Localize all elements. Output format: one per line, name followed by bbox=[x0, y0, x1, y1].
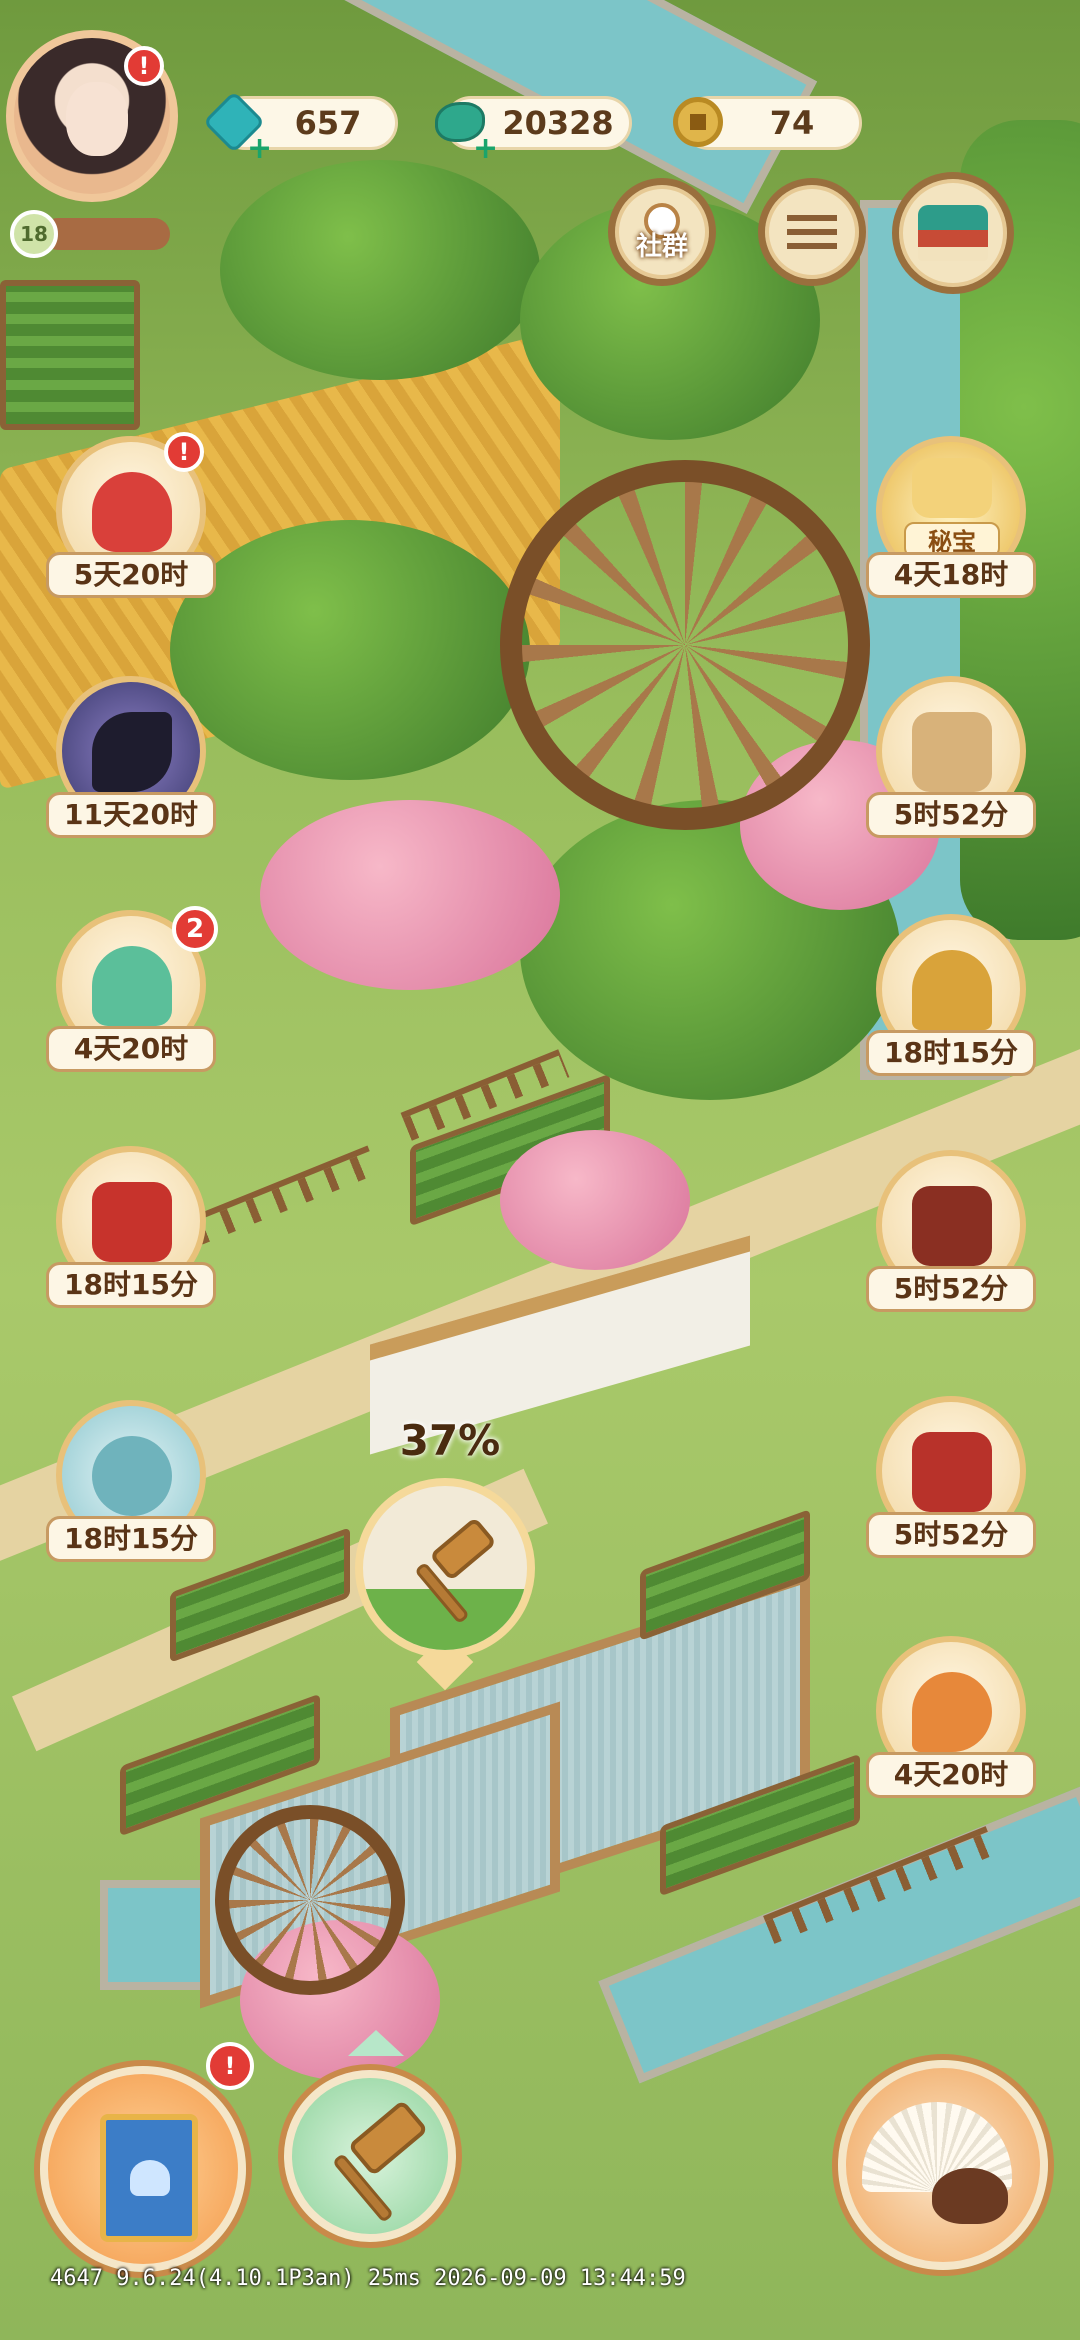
event-timer: 5时52分 bbox=[866, 1512, 1036, 1558]
jade-count: 20328 bbox=[502, 104, 614, 142]
tea-fan-button[interactable] bbox=[838, 2060, 1048, 2270]
event-timer: 4天20时 bbox=[866, 1752, 1036, 1798]
lotus-icon bbox=[130, 2160, 170, 2196]
event-timer: 11天20时 bbox=[46, 792, 216, 838]
avatar-face bbox=[66, 82, 128, 156]
menu-button[interactable] bbox=[758, 178, 866, 286]
expand-arrow-icon[interactable] bbox=[348, 2030, 404, 2056]
book-alert-badge: ! bbox=[206, 2042, 254, 2090]
event-timer: 4天18时 bbox=[866, 552, 1036, 598]
build-progress-percent: 37% bbox=[399, 1416, 501, 1465]
event-timer: 4天20时 bbox=[46, 1026, 216, 1072]
social-group-label: 社群 bbox=[635, 232, 688, 262]
cherry-blossom-tree bbox=[260, 800, 560, 990]
event-timer: 5时52分 bbox=[866, 792, 1036, 838]
menu-icon bbox=[787, 215, 837, 249]
gem-count: 657 bbox=[294, 104, 362, 142]
event-alert-badge: ! bbox=[164, 432, 204, 472]
tree-3 bbox=[170, 520, 530, 780]
hammer-icon bbox=[413, 1516, 503, 1632]
vegetable-field bbox=[0, 280, 140, 430]
jade-counter[interactable]: + 20328 bbox=[435, 96, 632, 166]
copper-coin-icon bbox=[667, 91, 729, 153]
collection-book-button[interactable] bbox=[40, 2066, 246, 2272]
coin-counter[interactable]: 74 bbox=[673, 96, 862, 150]
gem-counter[interactable]: + 657 bbox=[202, 90, 398, 166]
cherry-blossom-tree-3 bbox=[500, 1130, 690, 1270]
build-progress-marker[interactable] bbox=[355, 1478, 535, 1691]
event-timer: 18时15分 bbox=[46, 1516, 216, 1562]
event-count-badge: 2 bbox=[172, 906, 218, 952]
experience-bar bbox=[42, 218, 170, 250]
hammer-icon bbox=[322, 2099, 432, 2224]
water-wheel[interactable] bbox=[500, 460, 870, 830]
event-timer: 5时52分 bbox=[866, 1266, 1036, 1312]
coin-count: 74 bbox=[769, 104, 815, 142]
tree bbox=[220, 160, 540, 380]
avatar-alert-badge: ! bbox=[124, 46, 164, 86]
pavilion-shop-icon bbox=[918, 205, 988, 261]
social-group-button[interactable]: 社群 bbox=[608, 178, 716, 286]
teapot-icon bbox=[932, 2168, 1008, 2224]
progress-circle bbox=[355, 1478, 535, 1658]
book-icon bbox=[100, 2114, 198, 2242]
small-water-wheel[interactable] bbox=[215, 1805, 405, 1995]
shop-button[interactable] bbox=[892, 172, 1014, 294]
event-timer: 5天20时 bbox=[46, 552, 216, 598]
build-hammer-button[interactable] bbox=[284, 2070, 456, 2242]
event-timer: 18时15分 bbox=[866, 1030, 1036, 1076]
debug-info-text: 4647 9.6.24(4.10.1P3an) 25ms 2026-09-09 … bbox=[50, 2266, 686, 2291]
event-timer: 18时15分 bbox=[46, 1262, 216, 1308]
player-level-badge: 18 bbox=[10, 210, 58, 258]
